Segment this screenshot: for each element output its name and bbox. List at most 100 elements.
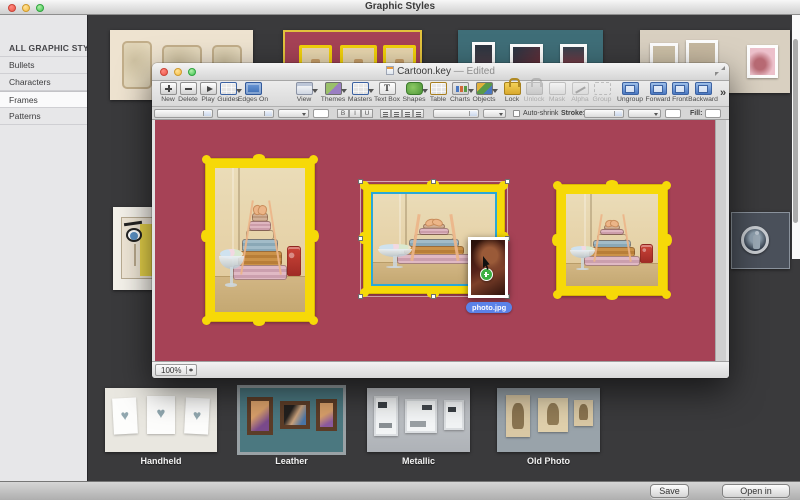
selection-handle[interactable] — [431, 179, 436, 184]
cake-photo — [215, 168, 305, 312]
align-center-button[interactable] — [391, 109, 402, 118]
canvas-scroll-area[interactable] — [715, 120, 726, 361]
thumb-art — [506, 395, 530, 437]
align-left-button[interactable] — [380, 109, 391, 118]
open-in-keynote-button[interactable]: Open in Keynote — [722, 484, 790, 498]
toolbar-backward-button[interactable]: Backward — [685, 82, 721, 103]
selection-handle[interactable] — [431, 294, 436, 299]
keynote-titlebar[interactable]: Cartoon.key — Edited — [152, 63, 729, 81]
stroke-style-select[interactable] — [584, 109, 624, 118]
app-title: Graphic Styles — [0, 1, 800, 12]
style-thumbnail-porthole-partial[interactable] — [731, 212, 790, 269]
sidebar-item-frames[interactable]: Frames — [0, 91, 87, 108]
heart-icon: ♥ — [120, 407, 129, 423]
frame-bump — [606, 292, 618, 300]
style-label-handheld: Handheld — [105, 456, 217, 466]
sidebar-item-patterns[interactable]: Patterns — [0, 108, 87, 125]
auto-shrink-checkbox[interactable] — [513, 110, 520, 117]
heart-icon: ♥ — [192, 407, 201, 423]
columns-select[interactable] — [483, 109, 506, 118]
style-thumbnail-handheld[interactable]: ♥ ♥ ♥ — [105, 388, 217, 452]
stroke-line-select[interactable] — [628, 109, 661, 118]
frame-bump — [253, 318, 265, 326]
style-label-leather: Leather — [240, 456, 343, 466]
themes-icon — [325, 82, 342, 95]
document-title: Cartoon.key — [397, 66, 451, 77]
align-justify-button[interactable] — [413, 109, 424, 118]
thumb-art — [444, 400, 464, 430]
guides-icon — [220, 82, 237, 95]
objects-icon — [476, 82, 493, 95]
frame-bump — [311, 230, 319, 242]
copy-plus-badge-icon — [480, 268, 493, 281]
keynote-window: Cartoon.key — Edited New Delete Play Gui… — [152, 63, 729, 378]
font-family-select[interactable] — [154, 109, 213, 118]
scrollbar[interactable] — [792, 15, 800, 259]
stroke-label: Stroke: — [561, 110, 585, 117]
save-button[interactable]: Save — [650, 484, 689, 498]
app-titlebar: Graphic Styles — [0, 0, 800, 15]
thumb-art — [374, 396, 398, 436]
frame-bump — [253, 154, 265, 162]
frame-bump — [309, 155, 318, 164]
sidebar-item-bullets[interactable]: Bullets — [0, 57, 87, 74]
group-icon — [594, 82, 611, 95]
document-icon — [386, 66, 394, 75]
thumb-art: ♥ — [147, 396, 175, 434]
frame-bump — [552, 234, 560, 246]
fill-color-well[interactable] — [705, 109, 721, 118]
thumb-art: ♥ — [112, 397, 138, 434]
keynote-toolbar: New Delete Play Guides Edges On View The… — [152, 81, 729, 107]
auto-shrink-label: Auto-shrink — [523, 110, 558, 117]
selection-handle[interactable] — [505, 179, 510, 184]
frame-bump — [309, 316, 318, 325]
font-size-select[interactable] — [278, 109, 309, 118]
underline-button[interactable]: U — [361, 109, 373, 118]
italic-button[interactable]: I — [349, 109, 361, 118]
footer-bar: Save Open in Keynote — [0, 481, 800, 500]
keynote-window-title: Cartoon.key — Edited — [152, 66, 729, 77]
sidebar-item-all-graphic-styles[interactable]: ALL GRAPHIC STYLES — [0, 40, 87, 57]
toolbar-edges-on-button[interactable]: Edges On — [235, 82, 271, 103]
selection-handle[interactable] — [358, 179, 363, 184]
masters-icon — [352, 82, 369, 95]
scrollbar-thumb[interactable] — [793, 39, 798, 223]
text-color-well[interactable] — [313, 109, 329, 118]
stroke-color-well[interactable] — [665, 109, 681, 118]
frame-bump — [662, 290, 671, 299]
bold-button[interactable]: B — [337, 109, 349, 118]
style-thumbnail-metallic[interactable] — [367, 388, 470, 452]
backward-icon — [695, 82, 712, 95]
align-right-button[interactable] — [402, 109, 413, 118]
sidebar-item-label: Patterns — [9, 111, 41, 121]
zoom-stepper-icon[interactable] — [186, 366, 195, 374]
cartoon-frame-left[interactable] — [205, 158, 315, 322]
frame-bump — [553, 290, 562, 299]
zoom-level-select[interactable]: 100% — [155, 364, 197, 376]
drag-filename-label: photo.jpg — [466, 302, 512, 313]
frame-bump — [202, 155, 211, 164]
text-box-icon: T — [379, 82, 396, 95]
selection-handle[interactable] — [358, 236, 363, 241]
edited-status: — Edited — [454, 66, 495, 77]
sidebar-item-label: Bullets — [9, 60, 35, 70]
frame-bump — [553, 181, 562, 190]
cartoon-frame-right[interactable] — [556, 184, 668, 296]
slide-canvas[interactable]: photo.jpg — [155, 120, 715, 361]
screen: Graphic Styles ALL GRAPHIC STYLES Bullet… — [0, 0, 800, 500]
line-spacing-select[interactable] — [433, 109, 479, 118]
thumb-art — [747, 45, 778, 78]
style-thumbnail-old-photo[interactable] — [497, 388, 600, 452]
fullscreen-resize-icon[interactable] — [715, 66, 725, 76]
keynote-statusbar: 100% — [152, 361, 729, 378]
sidebar-item-label: Frames — [9, 95, 38, 105]
view-icon — [296, 82, 313, 95]
selection-handle[interactable] — [358, 294, 363, 299]
typeface-select[interactable] — [217, 109, 274, 118]
toolbar-overflow-button[interactable]: » — [720, 87, 726, 99]
edges-on-icon — [245, 82, 262, 95]
sidebar-item-characters[interactable]: Characters — [0, 74, 87, 91]
style-label-old-photo: Old Photo — [497, 456, 600, 466]
style-label-metallic: Metallic — [367, 456, 470, 466]
style-thumbnail-leather[interactable] — [240, 388, 343, 452]
